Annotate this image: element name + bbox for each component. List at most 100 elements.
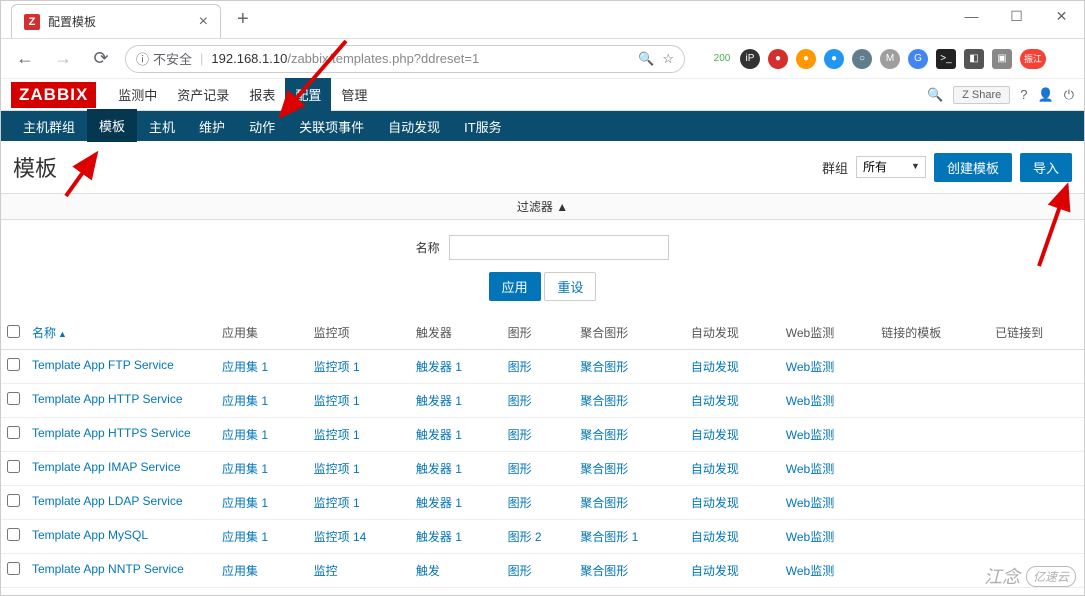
col-name[interactable]: 名称▲ bbox=[26, 316, 216, 350]
top-menu-admin[interactable]: 管理 bbox=[331, 78, 377, 111]
apply-button[interactable]: 应用 bbox=[489, 272, 541, 301]
ext-icon[interactable]: >_ bbox=[936, 49, 956, 69]
triggers-link[interactable]: 触发器 1 bbox=[416, 360, 462, 374]
items-link[interactable]: 监控项 1 bbox=[314, 428, 360, 442]
applications-link[interactable]: 应用集 1 bbox=[222, 428, 268, 442]
web-link[interactable]: Web监测 bbox=[786, 530, 834, 544]
col-discovery[interactable]: 自动发现 bbox=[685, 316, 780, 350]
search-icon[interactable]: 🔍 bbox=[927, 87, 943, 103]
graphs-link[interactable]: 图形 bbox=[508, 462, 532, 476]
sub-nav-hosts[interactable]: 主机 bbox=[137, 110, 187, 143]
import-button[interactable]: 导入 bbox=[1020, 153, 1072, 182]
web-link[interactable]: Web监测 bbox=[786, 428, 834, 442]
ext-icon[interactable]: iP bbox=[740, 49, 760, 69]
window-minimize-icon[interactable]: — bbox=[949, 1, 994, 31]
sub-nav-hostgroups[interactable]: 主机群组 bbox=[11, 110, 87, 143]
filter-toggle[interactable]: 过滤器 ▲ bbox=[1, 193, 1084, 220]
row-checkbox[interactable] bbox=[7, 358, 20, 371]
discovery-link[interactable]: 自动发现 bbox=[691, 564, 739, 578]
row-checkbox[interactable] bbox=[7, 460, 20, 473]
items-link[interactable]: 监控 bbox=[314, 564, 338, 578]
graphs-link[interactable]: 图形 bbox=[508, 428, 532, 442]
template-name-link[interactable]: Template App MySQL bbox=[32, 528, 148, 542]
forward-icon[interactable]: → bbox=[49, 48, 77, 69]
group-select[interactable]: 所有 bbox=[856, 156, 926, 178]
col-items[interactable]: 监控项 bbox=[308, 316, 410, 350]
sub-nav-correlation[interactable]: 关联项事件 bbox=[287, 110, 376, 143]
sub-nav-templates[interactable]: 模板 bbox=[87, 109, 137, 144]
applications-link[interactable]: 应用集 1 bbox=[222, 530, 268, 544]
applications-link[interactable]: 应用集 1 bbox=[222, 496, 268, 510]
triggers-link[interactable]: 触发 bbox=[416, 564, 440, 578]
select-all-checkbox[interactable] bbox=[7, 325, 20, 338]
web-link[interactable]: Web监测 bbox=[786, 564, 834, 578]
web-link[interactable]: Web监测 bbox=[786, 462, 834, 476]
ext-icon[interactable]: M bbox=[880, 49, 900, 69]
top-menu-monitoring[interactable]: 监测中 bbox=[108, 78, 167, 111]
graphs-link[interactable]: 图形 bbox=[508, 394, 532, 408]
screens-link[interactable]: 聚合图形 bbox=[580, 462, 628, 476]
discovery-link[interactable]: 自动发现 bbox=[691, 496, 739, 510]
col-triggers[interactable]: 触发器 bbox=[410, 316, 502, 350]
top-menu-inventory[interactable]: 资产记录 bbox=[167, 78, 239, 111]
triggers-link[interactable]: 触发器 1 bbox=[416, 496, 462, 510]
template-name-link[interactable]: Template App HTTP Service bbox=[32, 392, 183, 406]
items-link[interactable]: 监控项 1 bbox=[314, 394, 360, 408]
row-checkbox[interactable] bbox=[7, 562, 20, 575]
discovery-link[interactable]: 自动发现 bbox=[691, 394, 739, 408]
top-menu-configuration[interactable]: 配置 bbox=[285, 78, 331, 111]
triggers-link[interactable]: 触发器 1 bbox=[416, 394, 462, 408]
star-icon[interactable]: ☆ bbox=[662, 51, 674, 67]
graphs-link[interactable]: 图形 bbox=[508, 496, 532, 510]
applications-link[interactable]: 应用集 1 bbox=[222, 394, 268, 408]
template-name-link[interactable]: Template App FTP Service bbox=[32, 358, 174, 372]
triggers-link[interactable]: 触发器 1 bbox=[416, 428, 462, 442]
col-linked-templates[interactable]: 链接的模板 bbox=[875, 316, 989, 350]
col-applications[interactable]: 应用集 bbox=[216, 316, 308, 350]
ext-icon[interactable]: ● bbox=[796, 49, 816, 69]
share-button[interactable]: Z Share bbox=[953, 86, 1010, 104]
search-icon[interactable]: 🔍 bbox=[638, 51, 654, 67]
graphs-link[interactable]: 图形 2 bbox=[508, 530, 542, 544]
col-graphs[interactable]: 图形 bbox=[502, 316, 575, 350]
help-icon[interactable]: ? bbox=[1020, 87, 1027, 102]
discovery-link[interactable]: 自动发现 bbox=[691, 428, 739, 442]
profile-icon[interactable]: 振江 bbox=[1020, 49, 1046, 69]
web-link[interactable]: Web监测 bbox=[786, 496, 834, 510]
reload-icon[interactable]: ⟳ bbox=[87, 48, 115, 69]
logout-icon[interactable]: ⏻ bbox=[1064, 87, 1074, 103]
triggers-link[interactable]: 触发器 1 bbox=[416, 530, 462, 544]
discovery-link[interactable]: 自动发现 bbox=[691, 360, 739, 374]
window-maximize-icon[interactable]: ☐ bbox=[994, 1, 1039, 31]
template-name-link[interactable]: Template App LDAP Service bbox=[32, 494, 183, 508]
sub-nav-actions[interactable]: 动作 bbox=[237, 110, 287, 143]
browser-tab[interactable]: Z 配置模板 × bbox=[11, 4, 221, 38]
row-checkbox[interactable] bbox=[7, 528, 20, 541]
screens-link[interactable]: 聚合图形 bbox=[580, 428, 628, 442]
address-bar[interactable]: ⓘ 不安全 | 192.168.1.10/zabbix/templates.ph… bbox=[125, 45, 685, 73]
filter-name-input[interactable] bbox=[449, 235, 669, 260]
applications-link[interactable]: 应用集 1 bbox=[222, 360, 268, 374]
back-icon[interactable]: ← bbox=[11, 48, 39, 69]
applications-link[interactable]: 应用集 bbox=[222, 564, 258, 578]
graphs-link[interactable]: 图形 bbox=[508, 564, 532, 578]
reset-button[interactable]: 重设 bbox=[544, 272, 596, 301]
col-linked-to[interactable]: 已链接到 bbox=[989, 316, 1084, 350]
graphs-link[interactable]: 图形 bbox=[508, 360, 532, 374]
ext-icon[interactable]: ○ bbox=[852, 49, 872, 69]
screens-link[interactable]: 聚合图形 bbox=[580, 394, 628, 408]
top-menu-reports[interactable]: 报表 bbox=[239, 78, 285, 111]
col-web[interactable]: Web监测 bbox=[780, 316, 876, 350]
template-name-link[interactable]: Template App IMAP Service bbox=[32, 460, 181, 474]
zabbix-logo[interactable]: ZABBIX bbox=[11, 82, 96, 108]
discovery-link[interactable]: 自动发现 bbox=[691, 530, 739, 544]
ext-icon[interactable]: ▣ bbox=[992, 49, 1012, 69]
row-checkbox[interactable] bbox=[7, 426, 20, 439]
applications-link[interactable]: 应用集 1 bbox=[222, 462, 268, 476]
menu-icon[interactable]: ⋮ bbox=[1054, 49, 1074, 69]
screens-link[interactable]: 聚合图形 1 bbox=[580, 530, 638, 544]
items-link[interactable]: 监控项 1 bbox=[314, 360, 360, 374]
items-link[interactable]: 监控项 1 bbox=[314, 462, 360, 476]
row-checkbox[interactable] bbox=[7, 494, 20, 507]
sub-nav-discovery[interactable]: 自动发现 bbox=[376, 110, 452, 143]
